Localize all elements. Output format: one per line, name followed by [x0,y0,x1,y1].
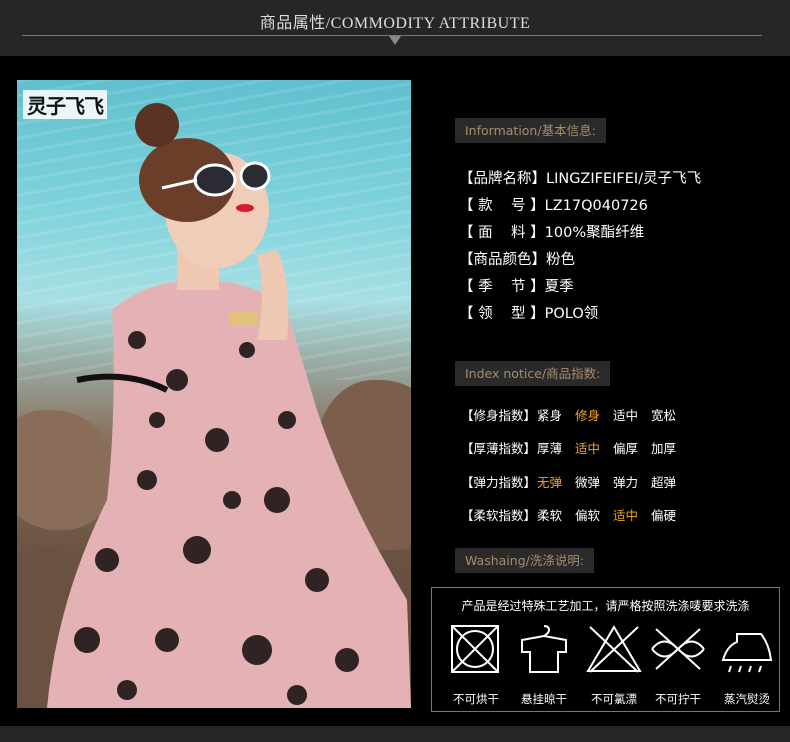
section-title: 商品属性/COMMODITY ATTRIBUTE [259,15,531,32]
index-option: 柔软 [537,508,563,523]
index-notice-tag: Index notice/商品指数: [455,361,611,386]
info-fabric: 【 面 料 】100%聚酯纤维 [459,225,645,241]
wash-label-no-tumble-dry: 不可烘干 [453,692,499,706]
index-option: 加厚 [651,441,677,456]
info-style-number: 【 款 号 】LZ17Q040726 [459,198,648,214]
index-option-selected: 适中 [575,441,601,456]
index-option: 偏硬 [651,508,677,523]
section-header: 商品属性/COMMODITY ATTRIBUTE [0,0,790,56]
info-brand: 【品牌名称】LINGZIFEIFEI/灵子飞飞 [459,171,702,187]
index-option: 偏软 [575,508,601,523]
washing-tag: Washaing/洗涤说明: [455,548,595,573]
index-option: 微弹 [575,475,601,490]
product-photo: 灵子飞飞 [17,80,411,708]
index-option: 弹力 [613,475,639,490]
index-option-selected: 无弹 [537,475,563,490]
brand-logo: 灵子飞飞 [23,90,107,119]
no-bleach-icon [586,625,642,673]
washing-instructions-box: 产品是经过特殊工艺加工，请严格按照洗涤唛要求洗涤 不可烘干 悬挂晾干 不可氯漂 … [431,587,780,712]
info-collar: 【 领 型 】POLO领 [459,306,599,322]
index-row-label: 【弹力指数】 [461,475,537,490]
index-option-selected: 适中 [613,508,639,523]
index-option: 超弹 [651,475,677,490]
wash-label-no-bleach: 不可氯漂 [591,692,637,706]
info-season: 【 季 节 】夏季 [459,279,574,295]
model-figure [47,103,411,708]
index-option: 偏厚 [613,441,639,456]
wash-label-hang-dry: 悬挂晾干 [521,692,567,706]
footer-bar [0,726,790,742]
index-option: 宽松 [651,408,677,423]
index-option: 紧身 [537,408,563,423]
index-option-selected: 修身 [575,408,601,423]
index-row-label: 【柔软指数】 [461,508,537,523]
wash-label-steam-iron: 蒸汽熨烫 [724,692,770,706]
no-wring-icon [651,628,705,670]
washing-note: 产品是经过特殊工艺加工，请严格按照洗涤唛要求洗涤 [461,599,750,613]
index-row-label: 【修身指数】 [461,408,537,423]
hang-dry-icon [521,625,567,673]
no-tumble-dry-icon [451,625,499,673]
steam-iron-icon [721,633,773,673]
info-color: 【商品颜色】粉色 [459,252,575,268]
wash-label-no-wring: 不可拧干 [655,692,701,706]
index-row-label: 【厚薄指数】 [461,441,537,456]
information-tag: Information/基本信息: [455,118,606,143]
index-option: 适中 [613,408,639,423]
down-arrow-icon [389,36,401,45]
index-option: 厚薄 [537,441,563,456]
